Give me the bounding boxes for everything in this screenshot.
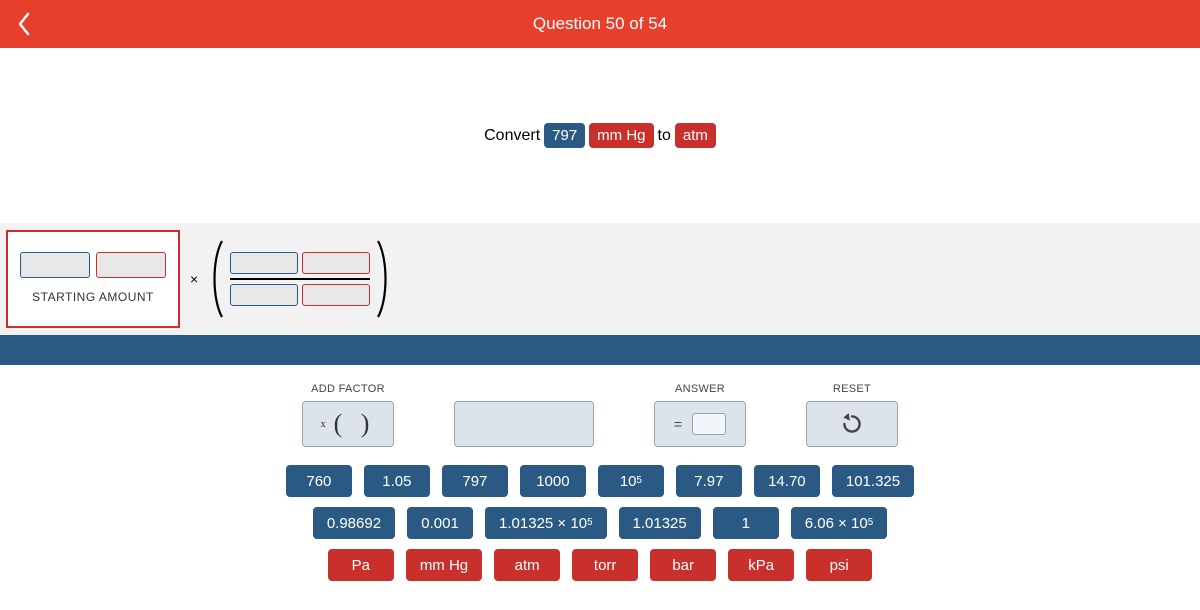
numerator-value-slot[interactable] bbox=[230, 252, 298, 274]
value-button[interactable]: 0.001 bbox=[407, 507, 473, 539]
value-row-1: 760 1.05 797 1000 105 7.97 14.70 101.325 bbox=[286, 465, 914, 497]
value-button[interactable]: 1.01325 × 105 bbox=[485, 507, 606, 539]
unit-button[interactable]: mm Hg bbox=[406, 549, 482, 581]
starting-amount-label: STARTING AMOUNT bbox=[32, 290, 154, 304]
answer-label-spacer bbox=[522, 383, 525, 395]
answer-slot bbox=[692, 413, 726, 435]
starting-amount-card[interactable]: STARTING AMOUNT bbox=[6, 230, 180, 328]
unit-button[interactable]: psi bbox=[806, 549, 872, 581]
unit-row: Pa mm Hg atmtorrbarkPapsi bbox=[328, 549, 872, 581]
value-button[interactable]: 0.98692 bbox=[313, 507, 395, 539]
value-button[interactable]: 1.05 bbox=[364, 465, 430, 497]
answer-label: ANSWER bbox=[675, 383, 725, 395]
show-answer-button[interactable]: = bbox=[654, 401, 746, 447]
parentheses-icon: ( ) bbox=[334, 409, 376, 439]
add-factor-button[interactable]: x ( ) bbox=[302, 401, 394, 447]
answer-value-button[interactable] bbox=[454, 401, 594, 447]
starting-unit-slot[interactable] bbox=[96, 252, 166, 278]
reset-label: RESET bbox=[833, 383, 871, 395]
right-paren-icon bbox=[374, 239, 392, 319]
convert-word: Convert bbox=[484, 127, 540, 145]
denominator-unit-slot[interactable] bbox=[302, 284, 370, 306]
back-button[interactable] bbox=[0, 0, 48, 48]
chevron-left-icon bbox=[15, 10, 33, 38]
equals-symbol: = bbox=[674, 416, 682, 432]
undo-icon bbox=[839, 411, 865, 437]
divider-bar bbox=[0, 335, 1200, 365]
top-bar: Question 50 of 54 bbox=[0, 0, 1200, 48]
question-text: Convert 797 mm Hg to atm bbox=[484, 123, 716, 148]
value-button[interactable]: 101.325 bbox=[832, 465, 914, 497]
value-row-2: 0.98692 0.001 1.01325 × 105 1.01325 1 6.06 × … bbox=[313, 507, 887, 539]
multiply-symbol: × bbox=[190, 271, 198, 287]
left-paren-icon bbox=[208, 239, 226, 319]
starting-value-slot[interactable] bbox=[20, 252, 90, 278]
numerator-unit-slot[interactable] bbox=[302, 252, 370, 274]
unit-button[interactable]: Pa bbox=[328, 549, 394, 581]
fraction-line bbox=[230, 278, 370, 280]
unit-button[interactable]: bar bbox=[650, 549, 716, 581]
value-button[interactable]: 1 bbox=[713, 507, 779, 539]
question-progress: Question 50 of 54 bbox=[533, 14, 667, 34]
from-unit-chip: mm Hg bbox=[589, 123, 653, 148]
value-button[interactable]: 6.06 × 105 bbox=[791, 507, 887, 539]
reset-button[interactable] bbox=[806, 401, 898, 447]
conversion-factor[interactable] bbox=[208, 239, 392, 319]
value-button[interactable]: 14.70 bbox=[754, 465, 820, 497]
value-button[interactable]: 760 bbox=[286, 465, 352, 497]
toolkit: ADD FACTOR x ( ) ANSWER = RESET bbox=[0, 365, 1200, 581]
unit-button[interactable]: kPa bbox=[728, 549, 794, 581]
add-factor-label: ADD FACTOR bbox=[311, 383, 385, 395]
value-button[interactable]: 105 bbox=[598, 465, 664, 497]
question-area: Convert 797 mm Hg to atm bbox=[0, 48, 1200, 223]
small-multiply-icon: x bbox=[321, 419, 326, 430]
unit-button[interactable]: torr bbox=[572, 549, 638, 581]
value-button[interactable]: 797 bbox=[442, 465, 508, 497]
equation-strip: STARTING AMOUNT × bbox=[0, 223, 1200, 335]
value-button[interactable]: 1.01325 bbox=[619, 507, 701, 539]
unit-button[interactable]: atm bbox=[494, 549, 560, 581]
denominator-value-slot[interactable] bbox=[230, 284, 298, 306]
value-button[interactable]: 1000 bbox=[520, 465, 586, 497]
to-unit-chip: atm bbox=[675, 123, 716, 148]
value-button[interactable]: 7.97 bbox=[676, 465, 742, 497]
to-word: to bbox=[658, 127, 671, 145]
value-chip: 797 bbox=[544, 123, 585, 148]
